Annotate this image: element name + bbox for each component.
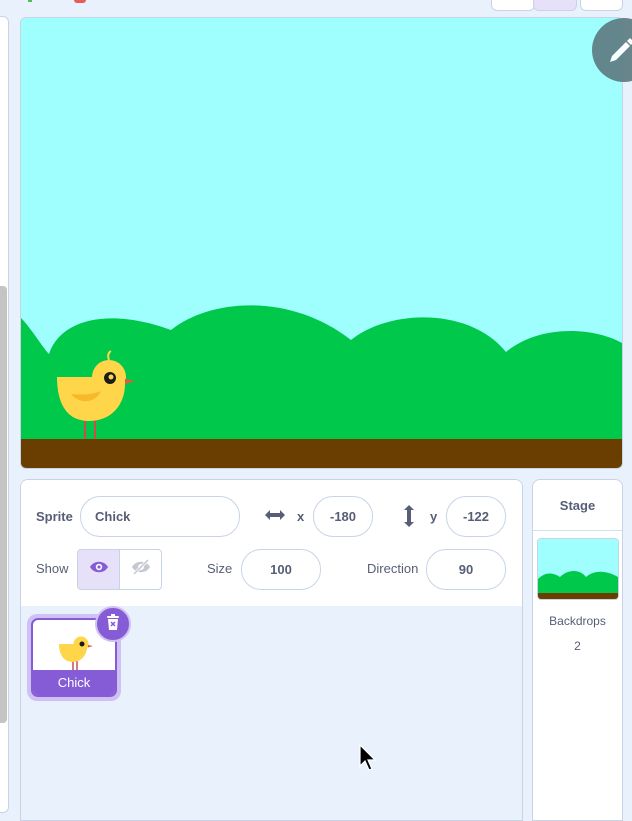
show-label: Show bbox=[36, 561, 69, 576]
backdrop-thumbnail bbox=[537, 538, 619, 600]
pencil-icon[interactable] bbox=[592, 18, 632, 82]
code-area-scrollbar[interactable] bbox=[0, 286, 7, 723]
size-input[interactable]: 100 bbox=[241, 549, 321, 590]
y-label: y bbox=[430, 509, 438, 524]
green-flag-icon[interactable] bbox=[28, 0, 32, 2]
backdrops-label: Backdrops bbox=[549, 614, 606, 628]
trash-icon bbox=[105, 613, 121, 636]
x-label: x bbox=[297, 509, 305, 524]
horizontal-arrows-icon bbox=[264, 508, 286, 527]
sprite-list: Chick bbox=[21, 606, 522, 820]
delete-sprite-button[interactable] bbox=[95, 606, 131, 642]
show-sprite-button[interactable] bbox=[77, 549, 120, 590]
sprite-name-input[interactable]: Chick bbox=[80, 496, 240, 537]
ground bbox=[21, 439, 622, 468]
y-input[interactable]: -122 bbox=[446, 496, 506, 537]
stage-title: Stage bbox=[533, 480, 622, 531]
backdrops-count: 2 bbox=[574, 639, 581, 653]
stage-selector[interactable]: Stage Backdrops 2 bbox=[532, 479, 623, 821]
sprite-tile-chick[interactable]: Chick bbox=[21, 606, 141, 716]
small-stage-button[interactable] bbox=[491, 0, 535, 11]
sprite-label: Sprite bbox=[36, 509, 73, 524]
normal-stage-button[interactable] bbox=[533, 0, 577, 11]
direction-label: Direction bbox=[367, 561, 419, 576]
sprite-info-panel: Sprite Chick x -180 y -122 Show Size 100… bbox=[20, 479, 523, 821]
vertical-arrows-icon bbox=[402, 504, 416, 533]
size-label: Size bbox=[207, 561, 233, 576]
x-input[interactable]: -180 bbox=[313, 496, 373, 537]
eye-hidden-icon bbox=[131, 558, 151, 580]
hide-sprite-button[interactable] bbox=[119, 549, 162, 590]
sprite-info: Sprite Chick x -180 y -122 Show Size 100… bbox=[21, 480, 522, 607]
eye-icon bbox=[89, 560, 109, 579]
fullscreen-button[interactable] bbox=[580, 0, 623, 11]
stop-icon[interactable] bbox=[74, 0, 86, 3]
sprite-tile-name: Chick bbox=[33, 670, 115, 695]
direction-input[interactable]: 90 bbox=[426, 549, 506, 590]
stage-canvas[interactable] bbox=[20, 17, 623, 469]
cursor-icon bbox=[358, 743, 378, 779]
